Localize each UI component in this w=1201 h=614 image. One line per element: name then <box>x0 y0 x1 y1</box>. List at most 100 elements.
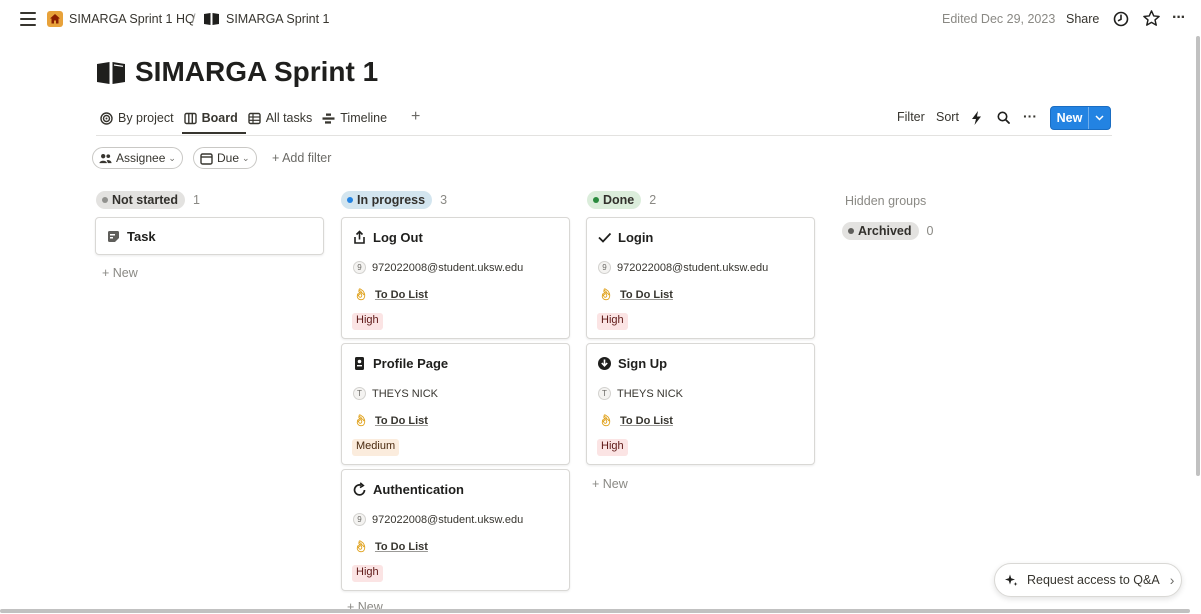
tab-label: All tasks <box>265 111 313 125</box>
star-icon[interactable] <box>1142 9 1161 28</box>
status-badge: In progress <box>341 191 433 209</box>
priority-tag: Medium <box>352 439 400 456</box>
task-card[interactable]: Login 9 972022008@student.uksw.edu 👌︎ To D… <box>586 217 815 339</box>
task-card[interactable]: Profile Page T THEYS NICK 👌︎ To Do List Me… <box>341 343 570 465</box>
breadcrumb-page[interactable]: SIMARGA Sprint 1 <box>226 12 330 26</box>
top-bar: SIMARGA Sprint 1 HQ / SIMARGA Sprint 1 E… <box>0 0 1201 40</box>
project-name: To Do List <box>619 288 673 301</box>
project-link[interactable]: 👌︎ To Do List <box>599 288 673 302</box>
status-badge: Archived <box>842 222 919 240</box>
lightning-icon[interactable] <box>971 111 982 125</box>
card-title: Sign Up <box>597 356 667 371</box>
assignee: 9 972022008@student.uksw.edu <box>353 261 523 274</box>
logout-icon <box>354 230 365 244</box>
view-tabs: By project Board All tasks Timeline <box>96 108 393 134</box>
people-icon <box>99 153 112 163</box>
project-name: To Do List <box>374 540 428 553</box>
due-filter[interactable]: Due ⌄ <box>193 147 257 169</box>
group-count: 2 <box>649 193 657 207</box>
breadcrumb-workspace[interactable]: SIMARGA Sprint 1 HQ <box>69 12 195 26</box>
home-icon[interactable] <box>47 11 63 27</box>
task-card[interactable]: Authentication 9 972022008@student.uksw.e… <box>341 469 570 591</box>
book-icon <box>97 62 125 84</box>
request-access-button[interactable]: Request access to Q&A › <box>994 563 1182 597</box>
assignee-filter-label: Assignee <box>116 151 166 165</box>
vertical-scrollbar[interactable] <box>1196 36 1200 476</box>
new-card-button[interactable]: + New <box>592 477 628 491</box>
project-name: To Do List <box>374 288 428 301</box>
menu-icon[interactable] <box>20 12 36 26</box>
project-link[interactable]: 👌︎ To Do List <box>354 540 428 554</box>
more-options-icon[interactable]: ··· <box>1172 9 1186 27</box>
card-title-text: Login <box>618 230 654 245</box>
card-title: Log Out <box>352 230 423 245</box>
task-card[interactable]: Sign Up T THEYS NICK 👌︎ To Do List High <box>586 343 815 465</box>
add-filter-button[interactable]: + Add filter <box>272 151 331 165</box>
add-view-button[interactable]: + <box>411 108 420 126</box>
chevron-down-icon[interactable] <box>1089 107 1110 129</box>
new-button-label: New <box>1051 107 1089 129</box>
chevron-down-icon: ⌄ <box>242 152 250 163</box>
avatar: T <box>598 387 611 400</box>
task-card[interactable]: Task <box>95 217 324 255</box>
hidden-groups-label: Hidden groups <box>845 194 927 208</box>
chevron-down-icon: ⌄ <box>168 152 176 163</box>
horizontal-scrollbar[interactable] <box>0 609 1190 613</box>
card-title: Profile Page <box>352 356 448 371</box>
assignee-name: THEYS NICK <box>617 387 684 400</box>
project-link[interactable]: 👌︎ To Do List <box>599 414 673 428</box>
priority-tag: High <box>597 313 628 330</box>
status-badge: Done <box>587 191 642 209</box>
group-header-done[interactable]: Done 2 <box>587 191 656 209</box>
group-header-not-started[interactable]: Not started 1 <box>96 191 200 209</box>
priority-tag: High <box>597 439 628 456</box>
group-count: 0 <box>926 224 934 238</box>
assignee-name: 972022008@student.uksw.edu <box>617 261 769 274</box>
filter-button[interactable]: Filter <box>897 110 925 124</box>
id-card-icon <box>355 357 364 370</box>
status-dot <box>102 197 108 203</box>
status-label: Archived <box>858 224 912 238</box>
refresh-icon <box>353 482 366 496</box>
card-title: Authentication <box>352 482 464 497</box>
group-count: 3 <box>440 193 448 207</box>
project-link[interactable]: 👌︎ To Do List <box>354 414 428 428</box>
tab-label: Board <box>201 111 238 125</box>
download-circle-icon <box>598 357 611 370</box>
project-link[interactable]: 👌︎ To Do List <box>354 288 428 302</box>
assignee-name: 972022008@student.uksw.edu <box>372 513 524 526</box>
tab-all-tasks[interactable]: All tasks <box>244 108 317 128</box>
archived-group[interactable]: Archived 0 <box>842 222 933 240</box>
project-name: To Do List <box>374 414 428 427</box>
new-button[interactable]: New <box>1050 106 1111 130</box>
clock-icon[interactable] <box>1113 11 1129 27</box>
tab-timeline[interactable]: Timeline <box>318 108 391 128</box>
priority-tag: High <box>352 565 383 582</box>
active-tab-indicator <box>182 132 246 134</box>
tab-label: Timeline <box>340 111 388 125</box>
task-card[interactable]: Log Out 9 972022008@student.uksw.edu 👌︎ To… <box>341 217 570 339</box>
new-card-button[interactable]: + New <box>102 266 138 280</box>
status-dot <box>347 197 353 203</box>
flame-icon: 👌︎ <box>354 541 368 553</box>
tab-board[interactable]: Board <box>180 108 242 128</box>
status-badge: Not started <box>96 191 185 209</box>
breadcrumb-separator: / <box>192 12 196 26</box>
card-title: Task <box>106 229 156 244</box>
sparkle-icon <box>1005 574 1018 586</box>
card-title: Login <box>597 230 653 245</box>
page-title: SIMARGA Sprint 1 <box>135 56 379 87</box>
tab-by-project[interactable]: By project <box>96 108 178 128</box>
more-options-icon[interactable]: ··· <box>1023 108 1037 124</box>
request-access-label: Request access to Q&A <box>1027 573 1160 587</box>
status-dot <box>593 197 599 203</box>
search-icon[interactable] <box>997 111 1010 124</box>
flame-icon: 👌︎ <box>354 415 368 427</box>
edited-timestamp: Edited Dec 29, 2023 <box>942 12 1056 26</box>
card-title-text: Authentication <box>373 482 464 497</box>
sort-button[interactable]: Sort <box>936 110 959 124</box>
card-title-text: Profile Page <box>373 356 449 371</box>
group-header-in-progress[interactable]: In progress 3 <box>341 191 447 209</box>
share-button[interactable]: Share <box>1066 12 1099 26</box>
assignee-filter[interactable]: Assignee ⌄ <box>92 147 183 169</box>
